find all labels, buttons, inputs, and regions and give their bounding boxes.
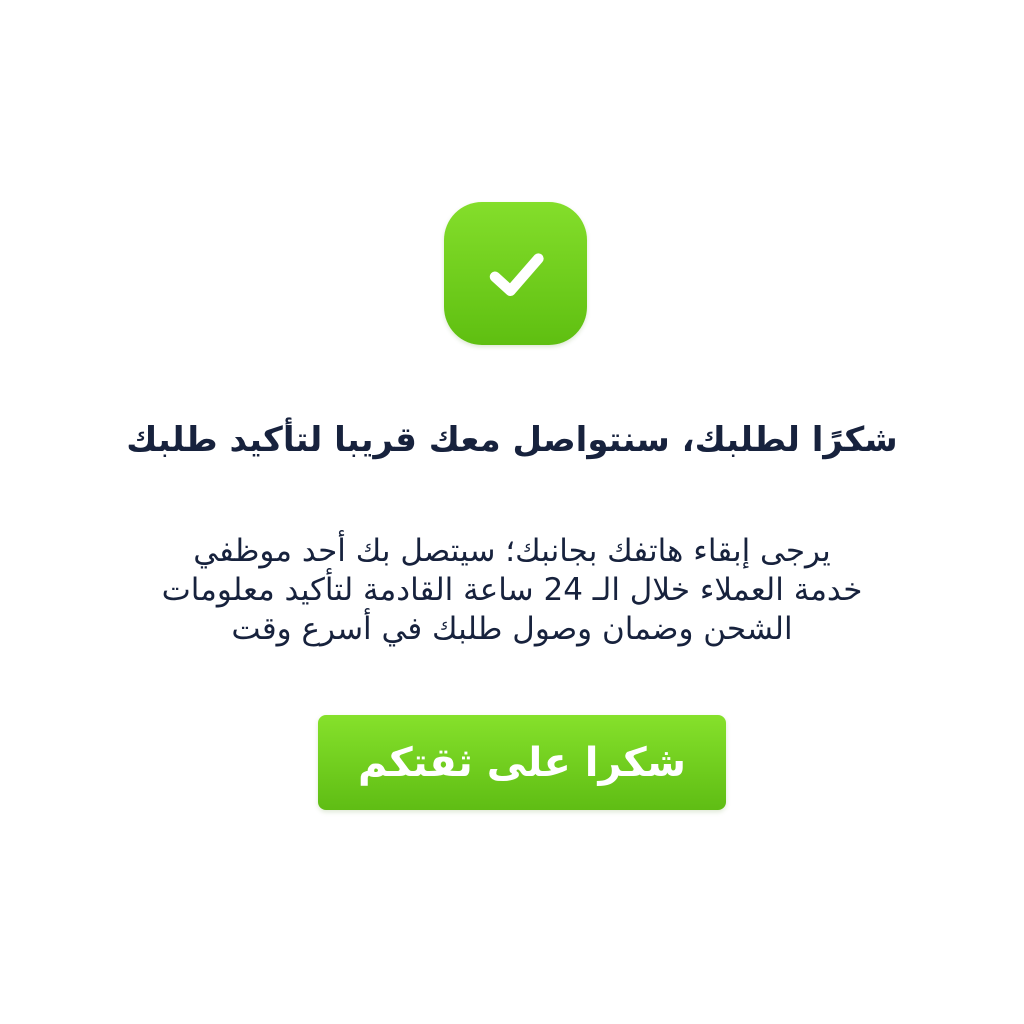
thank-you-button[interactable]: شكرا على ثقتكم <box>318 715 726 810</box>
message-line: الشحن وضمان وصول طلبك في أسرع وقت <box>231 611 793 647</box>
thank-you-page: شكرًا لطلبك، سنتواصل معك قريبا لتأكيد طل… <box>0 0 1024 1024</box>
success-badge <box>444 202 587 345</box>
message-line: يرجى إبقاء هاتفك بجانبك؛ سيتصل بك أحد مو… <box>193 533 831 569</box>
page-title: شكرًا لطلبك، سنتواصل معك قريبا لتأكيد طل… <box>126 420 898 460</box>
message-line: خدمة العملاء خلال الـ 24 ساعة القادمة لت… <box>161 572 863 608</box>
confirmation-message: يرجى إبقاء هاتفك بجانبك؛ سيتصل بك أحد مو… <box>30 532 994 649</box>
checkmark-icon <box>489 252 544 296</box>
